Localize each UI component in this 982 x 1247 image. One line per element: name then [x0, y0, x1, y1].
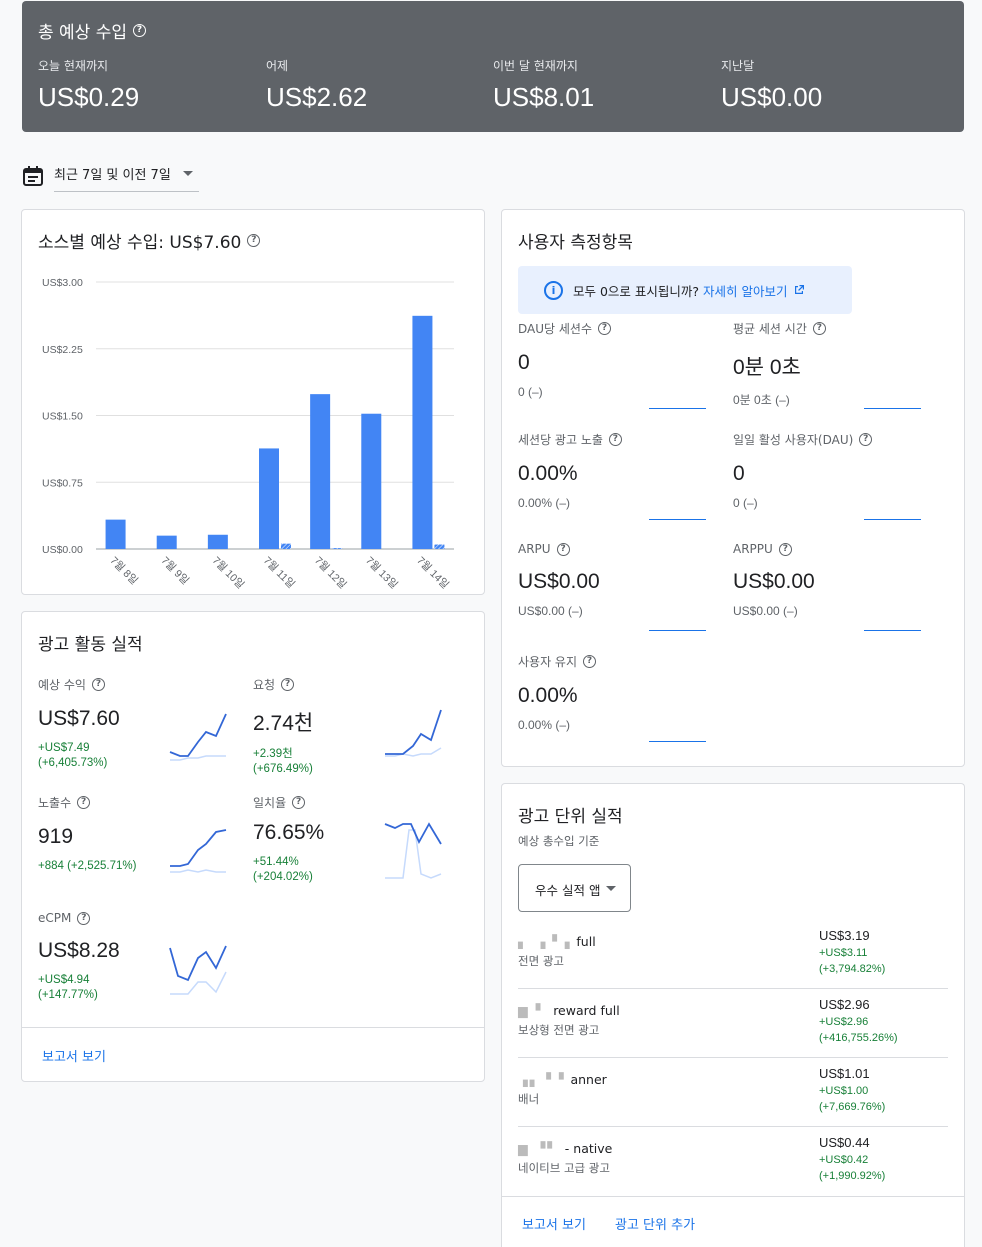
ad-unit-type: 보상형 전면 광고 [518, 1023, 600, 1037]
ad-unit-name: ▗▖▝ ▘anner [518, 1072, 607, 1087]
ad-unit-type: 네이티브 고급 광고 [518, 1161, 610, 1175]
bar[interactable] [310, 394, 331, 549]
metric-this-month: 이번 달 현재까지 US$8.01 [493, 59, 595, 112]
help-icon[interactable]: ? [859, 433, 873, 446]
sparkline [864, 519, 921, 520]
x-tick-label: 7월 12일 [312, 554, 349, 591]
help-icon[interactable]: ? [583, 655, 597, 668]
bar[interactable] [105, 519, 126, 549]
sparkline [649, 408, 706, 409]
view-report-link[interactable]: 보고서 보기 [522, 1214, 586, 1233]
x-tick-label: 7월 8일 [107, 554, 140, 587]
ad-unit-row[interactable]: ▆ ▝▘ - native 네이티브 고급 광고 US$0.44 +US$0.4… [518, 1127, 948, 1196]
bar[interactable] [156, 535, 177, 549]
earnings-sparkline [169, 713, 227, 761]
bar[interactable] [361, 413, 382, 549]
user-metrics-title: 사용자 측정항목 [518, 233, 633, 253]
ad-units-subtitle: 예상 총수입 기준 [518, 834, 600, 848]
bar-previous[interactable] [332, 548, 343, 549]
sparkline [864, 630, 921, 631]
sparkline [649, 519, 706, 520]
learn-more-link[interactable]: 자세히 알아보기 [703, 281, 787, 300]
y-tick-label: US$0.00 [42, 544, 83, 556]
ad-unit-performance-card: 광고 단위 실적 예상 총수입 기준 우수 실적 앱 ▖ ▗▝ ▖full 전면… [501, 783, 965, 1247]
calendar-icon [23, 166, 43, 186]
bar-previous[interactable] [434, 544, 445, 549]
bar[interactable] [259, 448, 279, 549]
help-icon[interactable]: ? [77, 796, 91, 809]
metric-last-month: 지난달 US$0.00 [721, 59, 823, 112]
metric-arppu[interactable]: ARPPU? US$0.00 US$0.00 (–) [733, 542, 933, 631]
impressions-sparkline [170, 829, 227, 873]
ad-unit-amount: US$2.96 [819, 997, 870, 1012]
divider [22, 1027, 484, 1028]
external-link-icon [794, 285, 804, 294]
earnings-bar-chart: US$0.00 US$0.75 US$1.50 US$2.25 US$3.00 7월 8일… [42, 277, 454, 591]
bar-previous[interactable] [281, 543, 291, 549]
bar[interactable] [412, 315, 433, 549]
x-tick-label: 7월 11일 [261, 554, 298, 591]
help-icon[interactable]: ? [281, 678, 295, 691]
help-icon[interactable]: ? [778, 542, 792, 556]
help-icon[interactable]: ? [77, 911, 91, 925]
sparkline [649, 630, 706, 631]
total-earnings-summary: 총 예상 수입 ? 오늘 현재까지 US$0.29 어제 US$2.62 이번 … [22, 1, 964, 132]
help-icon[interactable]: ? [292, 796, 306, 809]
match-rate-sparkline [384, 822, 442, 879]
ad-units-title: 광고 단위 실적 [518, 807, 623, 827]
metric-dau[interactable]: 일일 활성 사용자(DAU)? 0 0 (–) [733, 431, 933, 520]
help-icon[interactable]: ? [133, 24, 147, 37]
ad-unit-name: ▖ ▗▝ ▖full [518, 934, 596, 949]
top-apps-dropdown[interactable]: 우수 실적 앱 [518, 864, 631, 912]
ad-unit-amount: US$1.01 [819, 1066, 870, 1081]
bar[interactable] [207, 534, 228, 549]
metric-retention[interactable]: 사용자 유지? 0.00% 0.00% (–) [518, 653, 718, 742]
metric-yesterday: 어제 US$2.62 [266, 59, 368, 112]
info-banner: i 모두 0으로 표시됩니까? 자세히 알아보기 [518, 266, 852, 314]
date-range-picker[interactable]: 최근 7일 및 이전 7일 [22, 160, 199, 192]
earnings-by-source-card: 소스별 예상 수입: US$7.60 ? US$0.00 US$0.75 US$1.… [21, 209, 485, 595]
ad-unit-type: 배너 [518, 1092, 540, 1106]
summary-title: 총 예상 수입 ? [38, 18, 147, 43]
x-tick-label: 7월 10일 [210, 554, 247, 591]
divider [502, 1196, 964, 1197]
ad-unit-amount: US$3.19 [819, 928, 870, 943]
ad-unit-name: ▆ ▝▘ - native [518, 1141, 613, 1156]
ecpm-sparkline [169, 945, 227, 995]
y-tick-label: US$3.00 [42, 277, 83, 289]
metric-impressions-per-session[interactable]: 세션당 광고 노출? 0.00% 0.00% (–) [518, 431, 718, 520]
x-tick-label: 7월 13일 [363, 554, 400, 591]
metric-today: 오늘 현재까지 US$0.29 [38, 59, 140, 112]
date-range-select[interactable]: 최근 7일 및 이전 7일 [54, 160, 199, 192]
help-icon[interactable]: ? [91, 678, 105, 691]
help-icon[interactable]: ? [598, 322, 611, 335]
sparkline [649, 741, 706, 742]
metric-avg-session-time[interactable]: 평균 세션 시간? 0분 0초 0분 0초 (–) [733, 320, 933, 409]
metric-sessions-per-dau[interactable]: DAU당 세션수? 0 0 (–) [518, 320, 718, 409]
requests-sparkline [385, 709, 442, 757]
metric-arpu[interactable]: ARPU? US$0.00 US$0.00 (–) [518, 542, 718, 631]
view-report-link[interactable]: 보고서 보기 [42, 1046, 106, 1065]
ad-unit-name: ▆ ▘ reward full [518, 1003, 620, 1018]
x-tick-label: 7월 9일 [159, 554, 192, 587]
x-tick-label: 7월 14일 [414, 554, 451, 591]
y-tick-label: US$0.75 [42, 477, 83, 489]
ad-perf-title: 광고 활동 실적 [38, 635, 143, 655]
ad-unit-row[interactable]: ▗▖▝ ▘anner 배너 US$1.01 +US$1.00 (+7,669.76… [518, 1058, 948, 1127]
y-tick-label: US$2.25 [42, 344, 83, 356]
ad-unit-row[interactable]: ▖ ▗▝ ▖full 전면 광고 US$3.19 +US$3.11 (+3,794… [518, 920, 948, 989]
ad-unit-type: 전면 광고 [518, 954, 564, 968]
ad-performance-card: 광고 활동 실적 예상 수익? US$7.60 +US$7.49 (+6,405.… [21, 611, 485, 1082]
info-icon: i [544, 280, 563, 300]
ad-unit-row[interactable]: ▆ ▘ reward full 보상형 전면 광고 US$2.96 +US$2.… [518, 989, 948, 1058]
ad-unit-amount: US$0.44 [819, 1135, 870, 1150]
add-ad-unit-link[interactable]: 광고 단위 추가 [615, 1214, 695, 1233]
y-tick-label: US$1.50 [42, 411, 83, 423]
help-icon[interactable]: ? [556, 542, 570, 556]
help-icon[interactable]: ? [608, 433, 622, 446]
sparkline [864, 408, 921, 409]
help-icon[interactable]: ? [812, 322, 826, 335]
user-metrics-card: 사용자 측정항목 i 모두 0으로 표시됩니까? 자세히 알아보기 DAU당 세… [501, 209, 965, 767]
